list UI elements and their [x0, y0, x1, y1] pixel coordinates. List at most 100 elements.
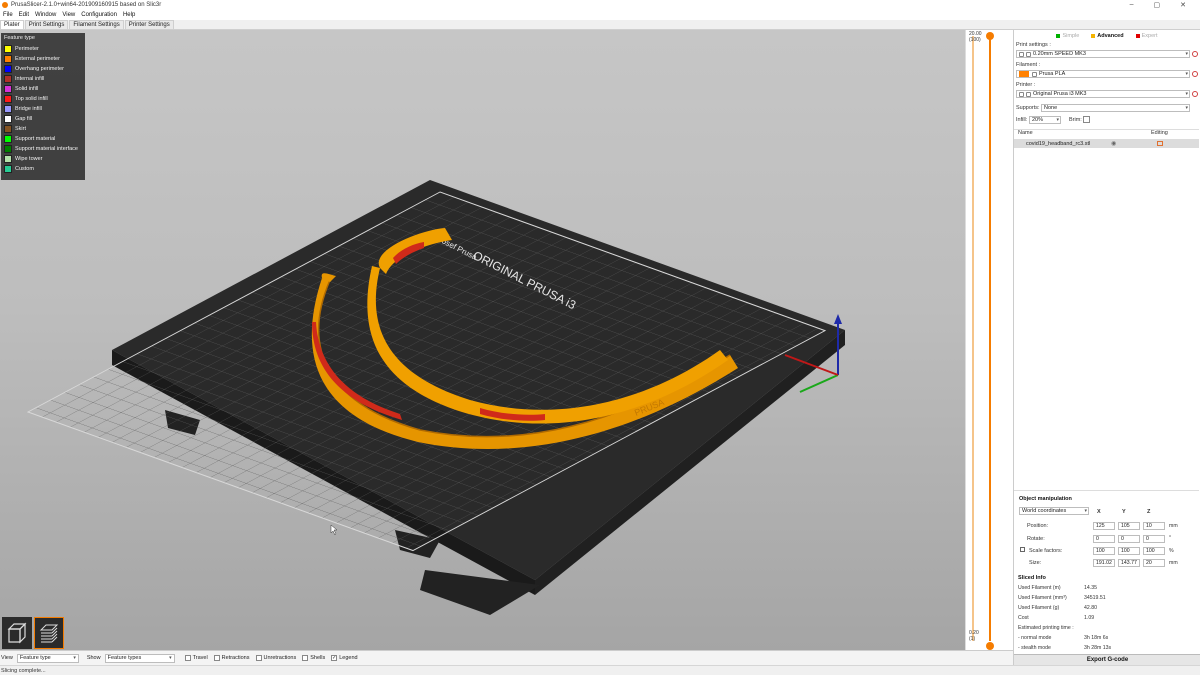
edit-preset-icon[interactable] — [1192, 71, 1198, 77]
layer-slider-track[interactable] — [989, 36, 991, 641]
checkbox-label: Unretractions — [263, 655, 297, 661]
export-gcode-button[interactable]: Export G-code — [1014, 654, 1200, 665]
layer-slider-top-thumb[interactable] — [986, 32, 994, 40]
status-bar: Slicing complete... — [0, 665, 1200, 675]
name-column-header: Name — [1018, 130, 1033, 136]
brim-checkbox[interactable] — [1083, 116, 1090, 123]
eye-icon[interactable]: ◉ — [1111, 140, 1116, 147]
checkbox-shells[interactable]: Shells — [302, 655, 325, 661]
checkbox-travel[interactable]: Travel — [184, 655, 208, 661]
sliced-info-value: 34519.51 — [1084, 595, 1106, 601]
menu-window[interactable]: Window — [32, 12, 59, 18]
minimize-button[interactable]: – — [1130, 1, 1134, 9]
checkbox-box[interactable] — [302, 655, 309, 661]
checkbox-label: Retractions — [221, 655, 250, 661]
legend-item-label: Overhang perimeter — [15, 66, 64, 72]
close-button[interactable]: ✕ — [1180, 1, 1186, 9]
legend-item: Bridge infill — [4, 104, 82, 114]
legend-color-swatch — [4, 135, 12, 143]
legend-item: Overhang perimeter — [4, 64, 82, 74]
maximize-button[interactable]: ▢ — [1154, 1, 1161, 9]
legend-item-label: Bridge infill — [15, 106, 42, 112]
filament-color-swatch — [1019, 71, 1029, 77]
sliced-info-label: Used Filament (g) — [1018, 605, 1060, 611]
tab-plater[interactable]: Plater — [0, 20, 24, 29]
size-y-field[interactable]: 143.77 — [1118, 559, 1140, 567]
object-list-item[interactable]: covid19_headband_rc3.stl ◉ — [1014, 139, 1199, 148]
printer-combo[interactable]: Original Prusa i3 MK3 ▾ — [1016, 90, 1190, 98]
supports-combo[interactable]: None ▾ — [1041, 104, 1190, 112]
rotate-z-field[interactable]: 0 — [1143, 535, 1165, 543]
legend-item: Skirt — [4, 124, 82, 134]
layer-slider-bottom-thumb[interactable] — [986, 642, 994, 650]
checkbox-box[interactable] — [255, 655, 262, 661]
scale-y-field[interactable]: 100 — [1118, 547, 1140, 555]
position-x-field[interactable]: 125 — [1093, 522, 1115, 530]
chevron-down-icon: ▾ — [1185, 105, 1188, 111]
legend-item-label: Gap fill — [15, 116, 33, 122]
menu-view[interactable]: View — [59, 12, 78, 18]
filament-combo[interactable]: Prusa PLA ▾ — [1016, 70, 1190, 78]
checkbox-box[interactable] — [184, 655, 191, 661]
sliced-info-label: Used Filament (mm³) — [1018, 595, 1067, 601]
checkbox-box[interactable] — [213, 655, 220, 661]
menu-help[interactable]: Help — [120, 12, 138, 18]
tab-print-settings[interactable]: Print Settings — [24, 20, 69, 29]
size-label: Size: — [1029, 560, 1042, 566]
preview-bottom-bar: View Feature type ▾ Show Feature types ▾ T… — [0, 650, 1013, 665]
right-sidebar: Simple Advanced Expert Print settings : … — [1013, 30, 1200, 665]
chevron-down-icon: ▾ — [1185, 51, 1188, 57]
preview-button[interactable] — [34, 617, 64, 649]
mode-advanced[interactable]: Advanced — [1091, 33, 1124, 39]
checkmark-icon[interactable]: ✓ — [331, 655, 338, 661]
layers-icon — [39, 624, 59, 643]
checkbox-unretractions[interactable]: Unretractions — [255, 655, 297, 661]
show-features-combo[interactable]: Feature types ▾ — [104, 653, 175, 663]
position-y-field[interactable]: 105 — [1118, 522, 1140, 530]
sliced-info-label: - stealth mode — [1018, 645, 1051, 651]
printer-icon — [1019, 91, 1024, 97]
mode-simple[interactable]: Simple — [1056, 33, 1079, 39]
rotate-x-field[interactable]: 0 — [1093, 535, 1115, 543]
sliced-info-label: - normal mode — [1018, 635, 1052, 641]
infill-combo[interactable]: 20% ▾ — [1029, 116, 1061, 124]
scale-z-field[interactable]: 100 — [1143, 547, 1165, 555]
mode-expert[interactable]: Expert — [1135, 33, 1158, 39]
scale-x-field[interactable]: 100 — [1093, 547, 1115, 555]
window-controls: – ▢ ✕ — [1130, 1, 1200, 9]
tab-filament-settings[interactable]: Filament Settings — [69, 20, 124, 29]
menu-configuration[interactable]: Configuration — [78, 12, 120, 18]
legend-item-label: External perimeter — [15, 56, 60, 62]
chevron-down-icon: ▾ — [1056, 117, 1059, 123]
checkbox-legend[interactable]: ✓ Legend — [331, 655, 358, 661]
menu-edit[interactable]: Edit — [16, 12, 32, 18]
menu-file[interactable]: File — [0, 12, 16, 18]
view-type-combo[interactable]: Feature type ▾ — [16, 653, 79, 663]
size-x-field[interactable]: 191.02 — [1093, 559, 1115, 567]
coordinates-combo[interactable]: World coordinates ▾ — [1019, 507, 1089, 515]
size-z-field[interactable]: 20 — [1143, 559, 1165, 567]
layer-slider[interactable]: 20.00 (100) 0.20 (1) — [965, 30, 1013, 650]
3d-view-button[interactable] — [2, 617, 32, 649]
lock-icon[interactable] — [1020, 547, 1025, 552]
checkbox-retractions[interactable]: Retractions — [213, 655, 250, 661]
rotate-y-field[interactable]: 0 — [1118, 535, 1140, 543]
legend-color-swatch — [4, 75, 12, 83]
legend-color-swatch — [4, 105, 12, 113]
3d-preview-canvas[interactable]: ORIGINAL PRUSA i3 by Josef Prusa PRUSA — [0, 30, 965, 650]
print-settings-combo[interactable]: 0.20mm SPEED MK3 ▾ — [1016, 50, 1190, 58]
legend-item-label: Custom — [15, 166, 34, 172]
axis-y-label: Y — [1122, 509, 1126, 515]
edit-object-icon[interactable] — [1157, 141, 1163, 146]
rotate-label: Rotate: — [1027, 536, 1045, 542]
window-title: PrusaSlicer-2.1.0+win64-201909160915 bas… — [11, 2, 162, 8]
position-z-field[interactable]: 10 — [1143, 522, 1165, 530]
filament-label: Filament : — [1016, 62, 1041, 68]
legend-item: Support material — [4, 134, 82, 144]
gear-icon — [1019, 51, 1024, 57]
edit-preset-icon[interactable] — [1192, 91, 1198, 97]
tab-printer-settings[interactable]: Printer Settings — [124, 20, 174, 29]
edit-preset-icon[interactable] — [1192, 51, 1198, 57]
print-bed-scene: ORIGINAL PRUSA i3 by Josef Prusa PRUSA — [26, 180, 845, 615]
position-label: Position: — [1027, 523, 1049, 529]
